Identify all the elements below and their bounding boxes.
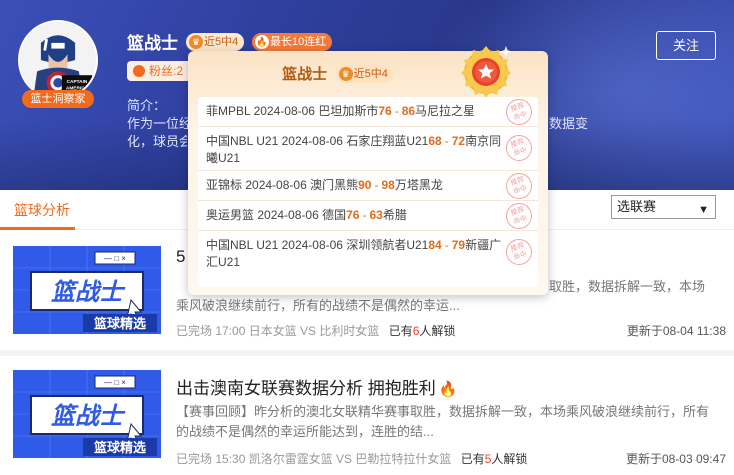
tab-basketball-analysis[interactable]: 篮球分析 xyxy=(14,200,70,220)
recent-record-text: 近5中4 xyxy=(204,36,239,48)
article-item[interactable]: — □ × 篮战士 篮球精选 出击澳南女联赛数据分析 拥抱胜利 🔥 【赛事回顾】昨… xyxy=(0,350,734,466)
hit-stamp-icon: 推荐 命中 xyxy=(502,95,536,129)
intro-text-line1-end: 数据变 xyxy=(549,116,589,131)
article-thumbnail-graphic: — □ × 篮战士 篮球精选 xyxy=(13,246,161,334)
svg-text:— □ ×: — □ × xyxy=(104,378,126,387)
medal-icon xyxy=(461,46,512,98)
record-list: 菲MPBL 2024-08-06 巴坦加斯市76-86马尼拉之星 推荐 命中 中国… xyxy=(198,95,538,287)
unlock-count: 已有6人解锁 xyxy=(388,324,456,338)
record-row[interactable]: 亚锦标 2024-08-06 澳门黑熊90-98万塔黑龙 推荐 命中 xyxy=(198,169,538,203)
svg-text:篮球精选: 篮球精选 xyxy=(93,316,146,332)
popup-record-text: 近5中4 xyxy=(353,68,388,80)
svg-text:篮战士: 篮战士 xyxy=(51,278,126,306)
article-meta: 已完场 15:30 凯洛尔雷霆女篮 VS 巴勒拉特拉什女篮 已有5人解锁 xyxy=(176,450,527,467)
crown-icon: ♛ xyxy=(189,35,203,49)
article-summary: 乘风破浪继续前行，所有的战绩不是偶然的幸运... xyxy=(176,298,460,313)
article-title[interactable]: 出击澳南女联赛数据分析 拥抱胜利 🔥 xyxy=(176,374,457,399)
author-record-popup: 篮战士 ♛ 近5中4 菲MPBL 2024-08-06 巴坦加斯市76-86马尼… xyxy=(188,46,548,295)
popup-header: 篮战士 ♛ 近5中4 xyxy=(188,63,488,84)
fans-text: 粉丝:2 xyxy=(149,64,184,78)
intro-text-line2: 化，球员会 xyxy=(127,134,187,149)
svg-text:— □ ×: — □ × xyxy=(104,254,126,263)
record-row[interactable]: 菲MPBL 2024-08-06 巴坦加斯市76-86马尼拉之星 推荐 命中 xyxy=(198,95,538,129)
svg-text:篮战士: 篮战士 xyxy=(51,402,126,430)
match-info: 已完场 17:00 日本女篮 VS 比利时女篮 xyxy=(176,324,380,338)
record-row[interactable]: 中国NBL U21 2024-08-06 深圳领航者U2184-79新疆广汇U2… xyxy=(198,231,538,275)
user-icon xyxy=(133,65,145,77)
svg-text:篮球精选: 篮球精选 xyxy=(93,440,146,456)
fire-icon: 🔥 xyxy=(438,381,458,398)
crown-icon: ♛ xyxy=(338,67,353,81)
article-title-text: 出击澳南女联赛数据分析 拥抱胜利 xyxy=(176,379,436,398)
recent-record-badge: ♛ 近5中4 xyxy=(186,33,245,51)
streak-badge: 🔥 最长10连红 xyxy=(252,33,333,51)
popup-record-badge: ♛ 近5中4 xyxy=(335,65,394,83)
update-time: 更新于08-04 11:38 xyxy=(626,324,726,338)
article-thumbnail[interactable]: — □ × 篮战士 篮球精选 xyxy=(13,370,161,458)
update-time: 更新于08-03 09:47 xyxy=(625,452,726,466)
hit-stamp-icon: 推荐 命中 xyxy=(502,169,536,203)
author-name: 篮战士 xyxy=(127,34,178,53)
popup-author-name: 篮战士 xyxy=(282,66,328,83)
article-summary: 【赛事回顾】昨分析的澳北女联精华赛事取胜，数据拆解一致，本场乘风破浪继续前行，所… xyxy=(176,404,710,439)
league-select[interactable]: 选联赛 ▼ xyxy=(611,195,716,219)
chevron-down-icon: ▼ xyxy=(698,204,709,216)
svg-text:CAPTAIN: CAPTAIN xyxy=(67,79,88,85)
article-meta: 已完场 17:00 日本女篮 VS 比利时女篮 已有6人解锁 xyxy=(176,322,455,339)
match-info: 已完场 15:30 凯洛尔雷霆女篮 VS 巴勒拉特拉什女篮 xyxy=(176,452,452,466)
avatar[interactable]: CAPTAIN AMERICA xyxy=(18,20,98,100)
captain-america-avatar-icon: CAPTAIN AMERICA xyxy=(20,22,96,98)
intro-label: 简介： xyxy=(127,98,167,113)
article-summary-right: 取胜，数据拆解一致，本场 xyxy=(549,279,706,294)
flame-icon: 🔥 xyxy=(255,35,269,49)
follow-button[interactable]: 关注 xyxy=(656,31,716,60)
hit-stamp-icon: 推荐 命中 xyxy=(502,131,536,165)
unlock-count: 已有5人解锁 xyxy=(460,452,528,466)
fans-count: 粉丝:2 xyxy=(127,61,197,81)
hit-stamp-icon: 推荐 命中 xyxy=(502,235,536,269)
avatar-tag: 篮士洞察家 xyxy=(22,90,94,108)
record-row[interactable]: 奥运男篮 2024-08-06 德国76-63希腊 推荐 命中 xyxy=(198,199,538,233)
hit-stamp-icon: 推荐 命中 xyxy=(502,199,536,233)
record-row[interactable]: 中国NBL U21 2024-08-06 石家庄翔蓝U2168-72南京同曦U2… xyxy=(198,127,538,171)
streak-text: 最长10连红 xyxy=(270,36,327,48)
league-select-value: 选联赛 xyxy=(617,199,657,214)
article-thumbnail-graphic: — □ × 篮战士 篮球精选 xyxy=(13,370,161,458)
article-thumbnail[interactable]: — □ × 篮战士 篮球精选 xyxy=(13,246,161,334)
